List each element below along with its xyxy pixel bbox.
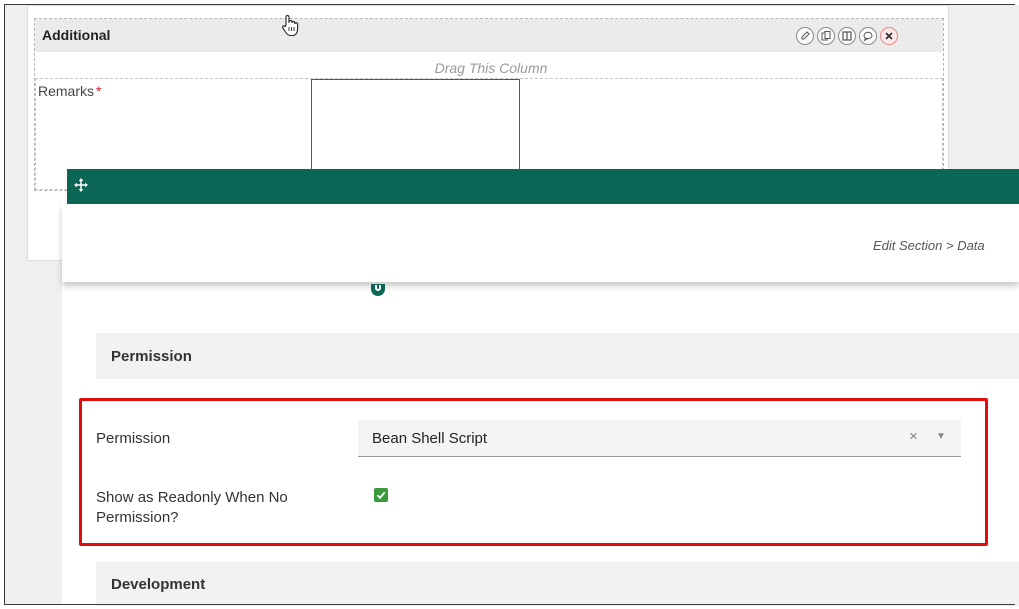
screenshot-frame [4, 4, 1015, 605]
